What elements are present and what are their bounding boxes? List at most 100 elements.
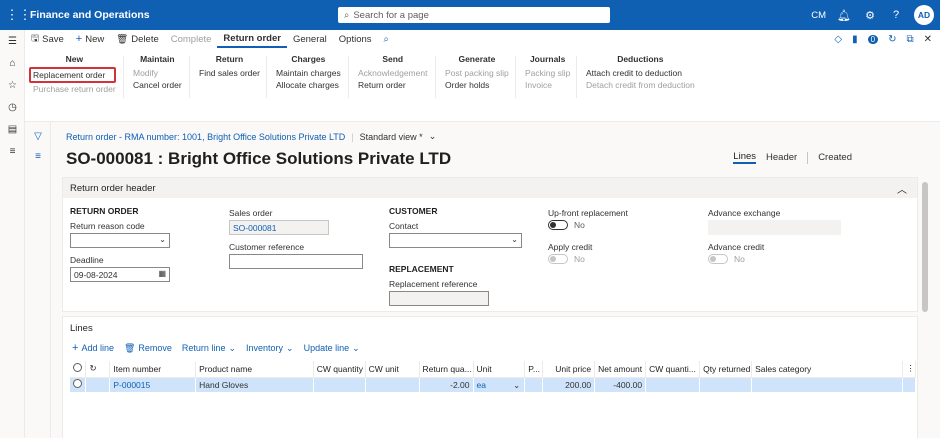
new-button[interactable]: + New xyxy=(70,30,110,48)
attachments-badge[interactable]: 0 xyxy=(867,34,879,44)
close-icon[interactable]: ✕ xyxy=(924,34,932,45)
view-selector[interactable]: Standard view * xyxy=(360,132,423,142)
inventory-menu[interactable]: Inventory ⌄ xyxy=(246,343,294,354)
list-icon[interactable]: ≡ xyxy=(0,140,25,162)
return-line-menu[interactable]: Return line ⌄ xyxy=(182,343,236,354)
star-icon[interactable]: ☆ xyxy=(0,74,25,96)
return-quantity-cell[interactable]: -2.00 xyxy=(419,377,474,392)
upfront-replacement-toggle[interactable]: No xyxy=(548,220,628,230)
diamond-icon[interactable]: ◇ xyxy=(834,34,842,45)
complete-button[interactable]: Complete xyxy=(165,30,218,48)
tab-created[interactable]: Created xyxy=(818,152,852,163)
tab-options[interactable]: Options xyxy=(333,30,378,48)
help-icon[interactable]: ? xyxy=(888,9,904,21)
cw-unit-cell[interactable] xyxy=(365,377,420,392)
col-unit[interactable]: Unit xyxy=(473,361,526,378)
maintain-charges-button[interactable]: Maintain charges xyxy=(276,67,341,79)
gear-icon[interactable]: ⚙ xyxy=(862,9,878,22)
col-item-number[interactable]: Item number xyxy=(109,361,197,378)
save-button[interactable]: 🖫︎ Save xyxy=(25,30,70,48)
post-packing-slip-button[interactable]: Post packing slip xyxy=(445,67,509,79)
hamburger-icon[interactable]: ☰ xyxy=(0,30,25,52)
product-name-cell[interactable]: Hand Gloves xyxy=(195,377,314,392)
col-qty-returned[interactable]: Qty returned xyxy=(699,361,753,378)
col-net-amount[interactable]: Net amount xyxy=(594,361,647,378)
add-line-button[interactable]: + Add line xyxy=(72,342,114,354)
app-launcher-icon[interactable]: ⋮⋮⋮ xyxy=(0,0,32,30)
find-sales-order-button[interactable]: Find sales order xyxy=(199,67,260,79)
filter-icon[interactable]: ▽ xyxy=(25,126,51,146)
unit-cell[interactable]: ea ⌄ xyxy=(473,377,526,392)
workspace-icon[interactable]: ▤ xyxy=(0,118,25,140)
replacement-order-button[interactable]: Replacement order xyxy=(29,67,116,83)
toggle-switch[interactable] xyxy=(548,254,568,264)
packing-slip-journal-button[interactable]: Packing slip xyxy=(525,67,570,79)
avatar[interactable]: AD xyxy=(914,5,934,25)
search-input[interactable]: ⌕ Search for a page xyxy=(338,7,610,23)
tab-header[interactable]: Header xyxy=(766,152,797,163)
chevron-up-icon[interactable]: ︿ xyxy=(897,181,907,196)
unit-price-cell[interactable]: 200.00 xyxy=(542,377,596,392)
item-number-cell[interactable]: P-000015 xyxy=(109,377,197,392)
header-card-title-bar[interactable]: Return order header ︿ xyxy=(63,178,917,198)
col-unit-price[interactable]: Unit price xyxy=(542,361,596,378)
tab-return-order[interactable]: Return order xyxy=(217,30,287,48)
sales-category-cell[interactable] xyxy=(751,377,904,392)
col-sales-category[interactable]: Sales category xyxy=(751,361,904,378)
select-all-radio[interactable] xyxy=(70,361,87,378)
invoice-journal-button[interactable]: Invoice xyxy=(525,79,570,91)
refresh-icon[interactable]: ↻ xyxy=(85,361,111,378)
update-line-menu[interactable]: Update line ⌄ xyxy=(304,343,360,354)
cw-quantity-cell[interactable] xyxy=(313,377,366,392)
refresh-icon[interactable]: ↻ xyxy=(888,34,896,45)
app-title[interactable]: Finance and Operations xyxy=(30,9,150,21)
remove-button[interactable]: 🗑︎ Remove xyxy=(124,343,172,354)
customer-reference-input[interactable] xyxy=(229,254,363,269)
cw-quantity-2-cell[interactable] xyxy=(645,377,701,392)
detach-credit-button[interactable]: Detach credit from deduction xyxy=(586,79,695,91)
col-p[interactable]: P... xyxy=(524,361,544,378)
acknowledgement-button[interactable]: Acknowledgement xyxy=(358,67,427,79)
p-cell[interactable] xyxy=(524,377,544,392)
sales-order-value[interactable]: SO-000081 xyxy=(229,220,329,235)
delete-button[interactable]: 🗑︎ Delete xyxy=(110,30,165,48)
contact-dropdown[interactable]: ⌄ xyxy=(389,233,522,248)
chevron-down-icon[interactable]: ⌄ xyxy=(513,380,520,391)
bell-icon[interactable]: 🔔︎ xyxy=(836,9,852,22)
order-holds-button[interactable]: Order holds xyxy=(445,79,509,91)
send-return-order-button[interactable]: Return order xyxy=(358,79,427,91)
net-amount-cell[interactable]: -400.00 xyxy=(594,377,647,392)
company-picker[interactable]: CM xyxy=(811,10,826,21)
col-cw-unit[interactable]: CW unit xyxy=(365,361,420,378)
row-select-radio[interactable] xyxy=(70,377,87,392)
popout-icon[interactable]: ⧉ xyxy=(906,34,913,45)
col-cw-quantity[interactable]: CW quantity xyxy=(313,361,366,378)
col-return-quantity[interactable]: Return qua... xyxy=(419,361,474,378)
office-icon[interactable]: ▮ xyxy=(852,34,858,45)
deadline-input[interactable]: 09-08-2024 ▦ xyxy=(70,267,170,282)
attach-credit-button[interactable]: Attach credit to deduction xyxy=(586,67,695,79)
table-row[interactable]: P-000015 Hand Gloves -2.00 ea ⌄ 200.00 -4… xyxy=(70,377,916,392)
calendar-icon[interactable]: ▦ xyxy=(158,269,166,278)
purchase-return-order-button[interactable]: Purchase return order xyxy=(33,83,116,95)
tab-general[interactable]: General xyxy=(287,30,333,48)
toggle-switch[interactable] xyxy=(708,254,728,264)
scrollbar[interactable] xyxy=(922,182,928,312)
col-product-name[interactable]: Product name xyxy=(195,361,314,378)
modify-button[interactable]: Modify xyxy=(133,67,182,79)
cancel-order-button[interactable]: Cancel order xyxy=(133,79,182,91)
home-icon[interactable]: ⌂ xyxy=(0,52,25,74)
breadcrumb-link[interactable]: Return order - RMA number: 1001, Bright … xyxy=(66,132,345,142)
tab-lines[interactable]: Lines xyxy=(733,151,757,164)
chevron-down-icon[interactable]: ⌄ xyxy=(429,131,437,142)
action-search-icon[interactable]: ⌕ xyxy=(378,30,395,48)
advance-credit-toggle[interactable]: No xyxy=(708,254,764,264)
apply-credit-toggle[interactable]: No xyxy=(548,254,592,264)
replacement-reference-input[interactable] xyxy=(389,291,489,306)
clock-icon[interactable]: ◷ xyxy=(0,96,25,118)
allocate-charges-button[interactable]: Allocate charges xyxy=(276,79,341,91)
list-view-icon[interactable]: ≡ xyxy=(25,146,51,166)
more-columns-icon[interactable]: ⋮ xyxy=(902,361,916,378)
qty-returned-cell[interactable] xyxy=(699,377,753,392)
return-reason-dropdown[interactable]: ⌄ xyxy=(70,233,170,248)
